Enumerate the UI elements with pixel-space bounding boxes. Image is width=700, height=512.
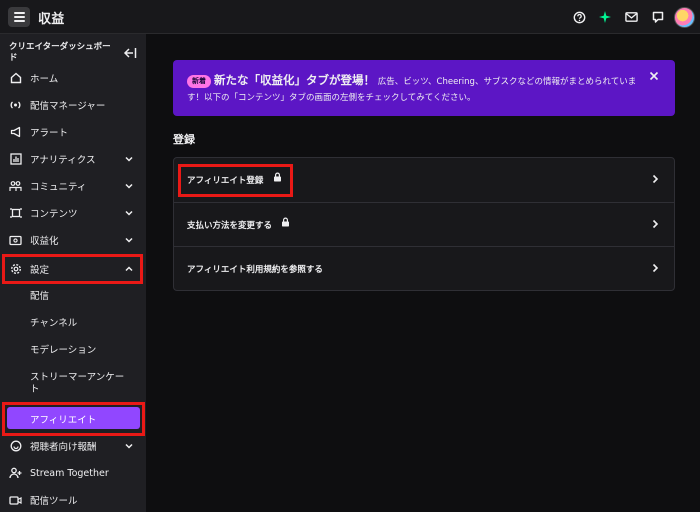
- sidebar: クリエイターダッシュボード ホーム 配信マネージャー アラート アナリティクス …: [0, 34, 146, 512]
- chevron-down-icon: [125, 183, 133, 189]
- collapse-icon[interactable]: [123, 44, 137, 58]
- sidebar-item-label: 配信マネージャー: [30, 101, 106, 112]
- chevron-down-icon: [125, 443, 133, 449]
- sidebar-item-label: ホーム: [30, 74, 59, 85]
- registration-card: アフィリエイト登録 支払い方法を変更する アフィリエイト利用規約を参照する: [173, 157, 675, 291]
- sidebar-title: クリエイターダッシュボード: [9, 42, 111, 63]
- chevron-down-icon: [125, 156, 133, 162]
- sidebar-item-monetization[interactable]: 収益化: [0, 227, 146, 253]
- sidebar-item-label: 収益化: [30, 236, 59, 247]
- banner-headline: 新たな「収益化」タブが登場！: [214, 73, 375, 87]
- sidebar-subitem-channel[interactable]: チャンネル: [30, 318, 77, 330]
- sidebar-item-home[interactable]: ホーム: [0, 65, 146, 91]
- sidebar-item-label: アナリティクス: [30, 155, 96, 166]
- lock-icon: [274, 172, 281, 182]
- chevron-right-icon: [652, 263, 659, 273]
- chevron-right-icon: [652, 219, 659, 229]
- sidebar-item-label: コンテンツ: [30, 209, 78, 220]
- sidebar-item-analytics[interactable]: アナリティクス: [0, 146, 146, 172]
- camera-icon: [9, 494, 22, 507]
- new-badge: 新着: [187, 75, 211, 88]
- row-label: 支払い方法を変更する: [187, 221, 273, 231]
- close-icon[interactable]: [648, 70, 660, 82]
- gear-icon: [9, 263, 22, 276]
- top-bar: 収益: [0, 0, 700, 34]
- mail-icon[interactable]: [623, 9, 639, 25]
- sidebar-subitem-label: アフィリエイト: [30, 415, 97, 426]
- affiliate-terms-row[interactable]: アフィリエイト利用規約を参照する: [174, 246, 674, 290]
- chevron-down-icon: [125, 237, 133, 243]
- rewards-icon: [9, 440, 22, 453]
- sparkle-icon[interactable]: [597, 9, 613, 25]
- sidebar-subitem-affiliate[interactable]: アフィリエイト: [7, 407, 140, 429]
- sidebar-item-settings[interactable]: 設定: [0, 256, 146, 282]
- sidebar-item-label: 視聴者向け報酬: [30, 442, 97, 453]
- monetization-icon: [9, 234, 22, 247]
- sidebar-item-content[interactable]: コンテンツ: [0, 200, 146, 226]
- row-label: アフィリエイト登録: [187, 176, 264, 186]
- main-content: 新たな「収益化」タブが登場！ 広告、ビッツ、Cheering、サブスクなどの情報…: [146, 34, 700, 512]
- sidebar-item-label: コミュニティ: [30, 182, 87, 193]
- home-icon: [9, 72, 22, 85]
- chat-icon[interactable]: [650, 9, 666, 25]
- menu-icon[interactable]: [8, 7, 30, 27]
- sidebar-item-label: アラート: [30, 128, 69, 139]
- sidebar-item-alerts[interactable]: アラート: [0, 119, 146, 145]
- broadcast-icon: [9, 99, 22, 112]
- sidebar-item-stream-tools[interactable]: 配信ツール: [0, 487, 146, 512]
- sidebar-item-label: Stream Together: [30, 467, 109, 479]
- sidebar-subitem-streamer-survey[interactable]: ストリーマーアンケート: [30, 372, 130, 396]
- change-payment-row[interactable]: 支払い方法を変更する: [174, 202, 674, 246]
- chevron-up-icon: [125, 266, 133, 272]
- banner-text: 新たな「収益化」タブが登場！ 広告、ビッツ、Cheering、サブスクなどの情報…: [187, 72, 642, 106]
- sidebar-item-community[interactable]: コミュニティ: [0, 173, 146, 199]
- lock-icon: [282, 217, 289, 227]
- sidebar-subitem-stream[interactable]: 配信: [30, 291, 49, 303]
- sidebar-item-stream-manager[interactable]: 配信マネージャー: [0, 92, 146, 118]
- announcement-banner: 新たな「収益化」タブが登場！ 広告、ビッツ、Cheering、サブスクなどの情報…: [173, 60, 675, 116]
- sidebar-item-stream-together[interactable]: Stream Together: [0, 460, 146, 486]
- sidebar-subitem-moderation[interactable]: モデレーション: [30, 345, 96, 357]
- sidebar-item-label: 設定: [30, 265, 50, 276]
- add-person-icon: [9, 467, 22, 480]
- section-title: 登録: [173, 133, 195, 146]
- help-icon[interactable]: [571, 9, 587, 25]
- page-title: 収益: [38, 12, 65, 27]
- row-label: アフィリエイト利用規約を参照する: [187, 265, 323, 275]
- sidebar-item-viewer-rewards[interactable]: 視聴者向け報酬: [0, 433, 146, 459]
- analytics-icon: [9, 153, 22, 166]
- chevron-down-icon: [125, 210, 133, 216]
- megaphone-icon: [9, 126, 22, 139]
- chevron-right-icon: [652, 174, 659, 184]
- content-icon: [9, 207, 22, 220]
- sidebar-item-label: 配信ツール: [30, 496, 78, 507]
- affiliate-registration-row[interactable]: アフィリエイト登録: [174, 158, 674, 202]
- avatar[interactable]: [674, 7, 695, 28]
- community-icon: [9, 180, 22, 193]
